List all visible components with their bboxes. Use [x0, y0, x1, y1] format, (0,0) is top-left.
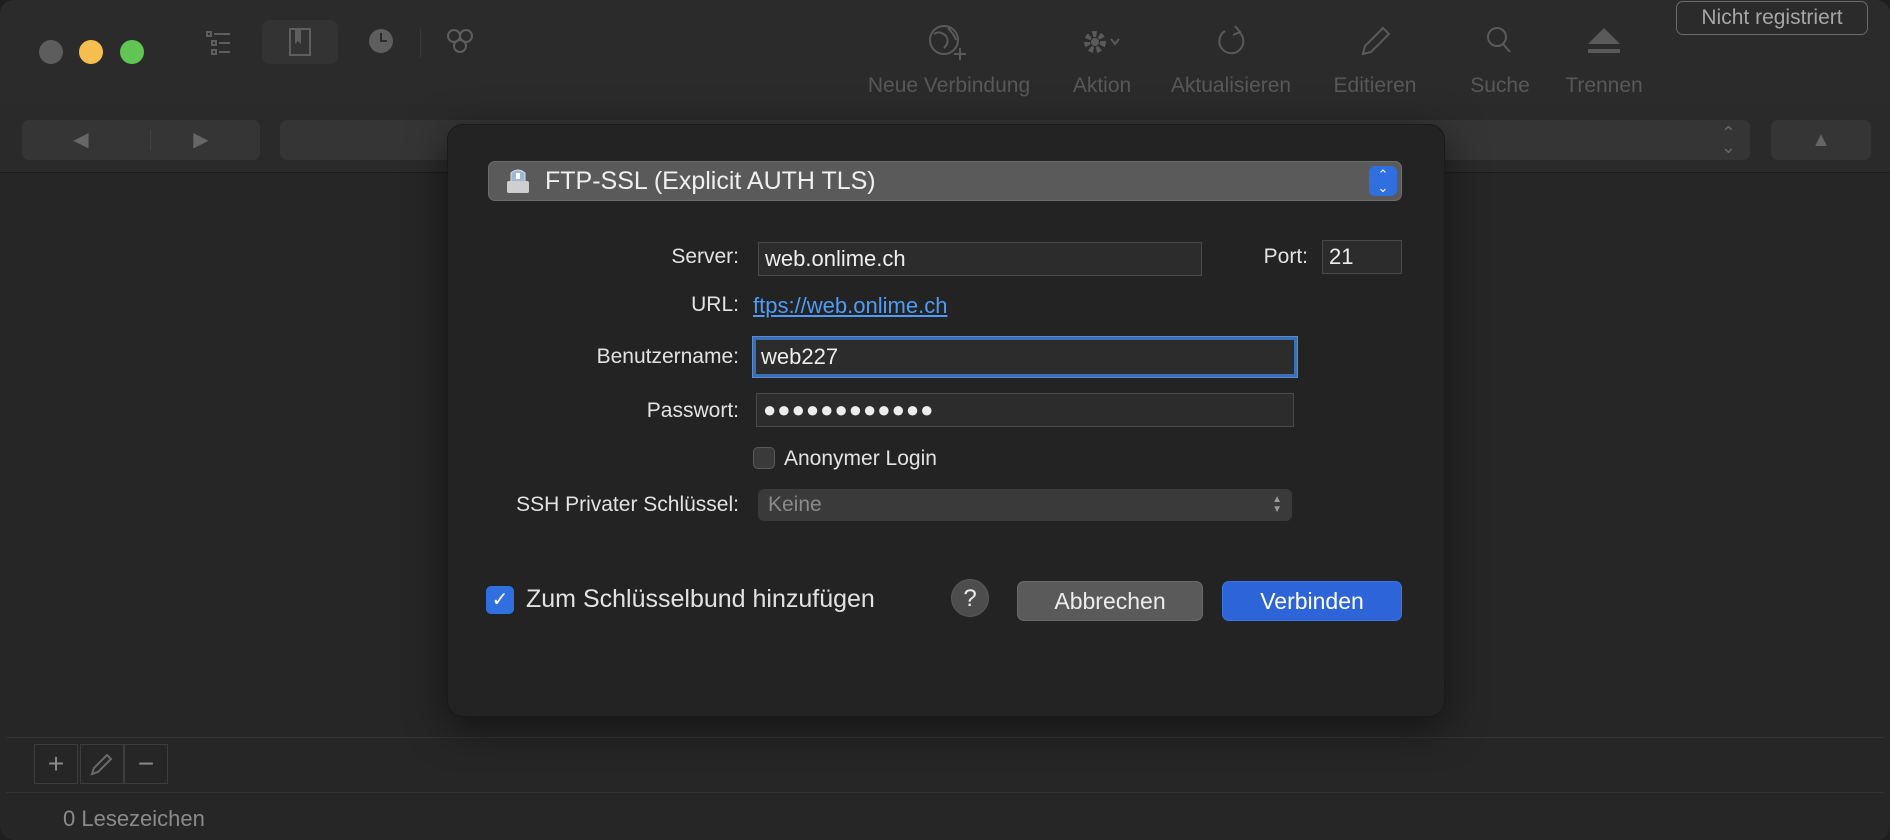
pencil-icon [1320, 22, 1430, 62]
port-label: Port: [1263, 245, 1308, 268]
refresh-label: Aktualisieren [1170, 74, 1292, 97]
minimize-window-button[interactable] [79, 40, 103, 64]
keychain-label: Zum Schlüsselbund hinzufügen [526, 585, 875, 613]
new-connection-label: Neue Verbindung [867, 74, 1031, 97]
protocol-value: FTP-SSL (Explicit AUTH TLS) [545, 167, 876, 195]
keychain-checkbox[interactable]: ✓ [486, 586, 514, 614]
back-arrow-icon[interactable]: ◀ [22, 120, 140, 160]
protocol-select[interactable]: FTP-SSL (Explicit AUTH TLS) ⌃ ⌄ [488, 161, 1402, 201]
help-button[interactable]: ? [951, 579, 989, 617]
chevron-updown-icon: ▲ ▼ [1272, 494, 1282, 515]
username-field[interactable] [753, 337, 1297, 377]
anonymous-login-checkbox[interactable] [753, 447, 775, 469]
history-icon[interactable] [366, 26, 396, 60]
outline-view-icon[interactable] [204, 28, 234, 62]
search-button[interactable]: Suche [1458, 22, 1542, 98]
password-field[interactable]: ●●●●●●●●●●●● [756, 393, 1294, 427]
new-connection-button[interactable]: Neue Verbindung [858, 22, 1040, 98]
close-window-button[interactable] [39, 40, 63, 64]
action-button[interactable]: Aktion [1062, 22, 1142, 98]
connect-button[interactable]: Verbinden [1222, 581, 1402, 621]
url-link[interactable]: ftps://web.onlime.ch [753, 293, 947, 319]
search-label: Suche [1470, 74, 1530, 97]
disconnect-button[interactable]: Trennen [1558, 22, 1650, 98]
maximize-window-button[interactable] [120, 40, 144, 64]
connection-dialog: FTP-SSL (Explicit AUTH TLS) ⌃⌄ Server: P… [447, 124, 1445, 717]
bookmarks-view-button[interactable] [262, 20, 338, 64]
search-icon [1458, 22, 1542, 62]
parent-folder-button[interactable]: ▲ [1771, 120, 1871, 160]
add-bookmark-button[interactable]: + [34, 744, 78, 784]
anonymous-login-label: Anonymer Login [784, 447, 937, 470]
forward-arrow-icon[interactable]: ▶ [142, 120, 260, 160]
bookmark-count: 0 Lesezeichen [63, 806, 205, 831]
disconnect-label: Trennen [1565, 74, 1643, 97]
toolbar-divider [420, 28, 421, 58]
url-label: URL: [691, 293, 739, 316]
chevron-updown-icon: ⌃ ⌄ [1720, 123, 1736, 157]
ssh-key-value: Keine [768, 493, 822, 516]
server-field[interactable] [758, 242, 1202, 276]
bonjour-icon[interactable] [444, 26, 476, 60]
cancel-button[interactable]: Abbrechen [1017, 581, 1203, 621]
pencil-icon [90, 753, 113, 776]
globe-plus-icon [858, 22, 1040, 62]
bookmark-action-bar: + − [6, 737, 1884, 793]
refresh-button[interactable]: Aktualisieren [1160, 22, 1302, 98]
ssh-key-select[interactable]: Keine ▲ ▼ [758, 489, 1292, 521]
username-label: Benutzername: [596, 345, 739, 368]
bookmark-icon [289, 28, 311, 56]
ssh-key-label: SSH Privater Schlüssel: [516, 493, 739, 516]
edit-bookmark-button[interactable] [80, 744, 124, 784]
app-window: Neue Verbindung Aktion Aktualisieren Edi… [0, 0, 1890, 840]
back-forward-control: ◀ ▶ [22, 120, 260, 160]
gear-icon [1062, 22, 1142, 62]
remove-bookmark-button[interactable]: − [124, 744, 168, 784]
refresh-icon [1160, 22, 1302, 62]
chevron-updown-icon: ⌃ ⌄ [1369, 166, 1397, 196]
edit-label: Editieren [1333, 74, 1417, 97]
action-label: Aktion [1072, 74, 1132, 97]
not-registered-button[interactable]: Nicht registriert [1676, 1, 1868, 35]
edit-button[interactable]: Editieren [1320, 22, 1430, 98]
ftp-drive-icon [507, 169, 529, 193]
server-label: Server: [671, 245, 739, 268]
password-label: Passwort: [646, 399, 739, 422]
title-bar: Neue Verbindung Aktion Aktualisieren Edi… [0, 0, 1890, 105]
port-field[interactable] [1322, 240, 1402, 274]
eject-icon [1558, 22, 1650, 62]
